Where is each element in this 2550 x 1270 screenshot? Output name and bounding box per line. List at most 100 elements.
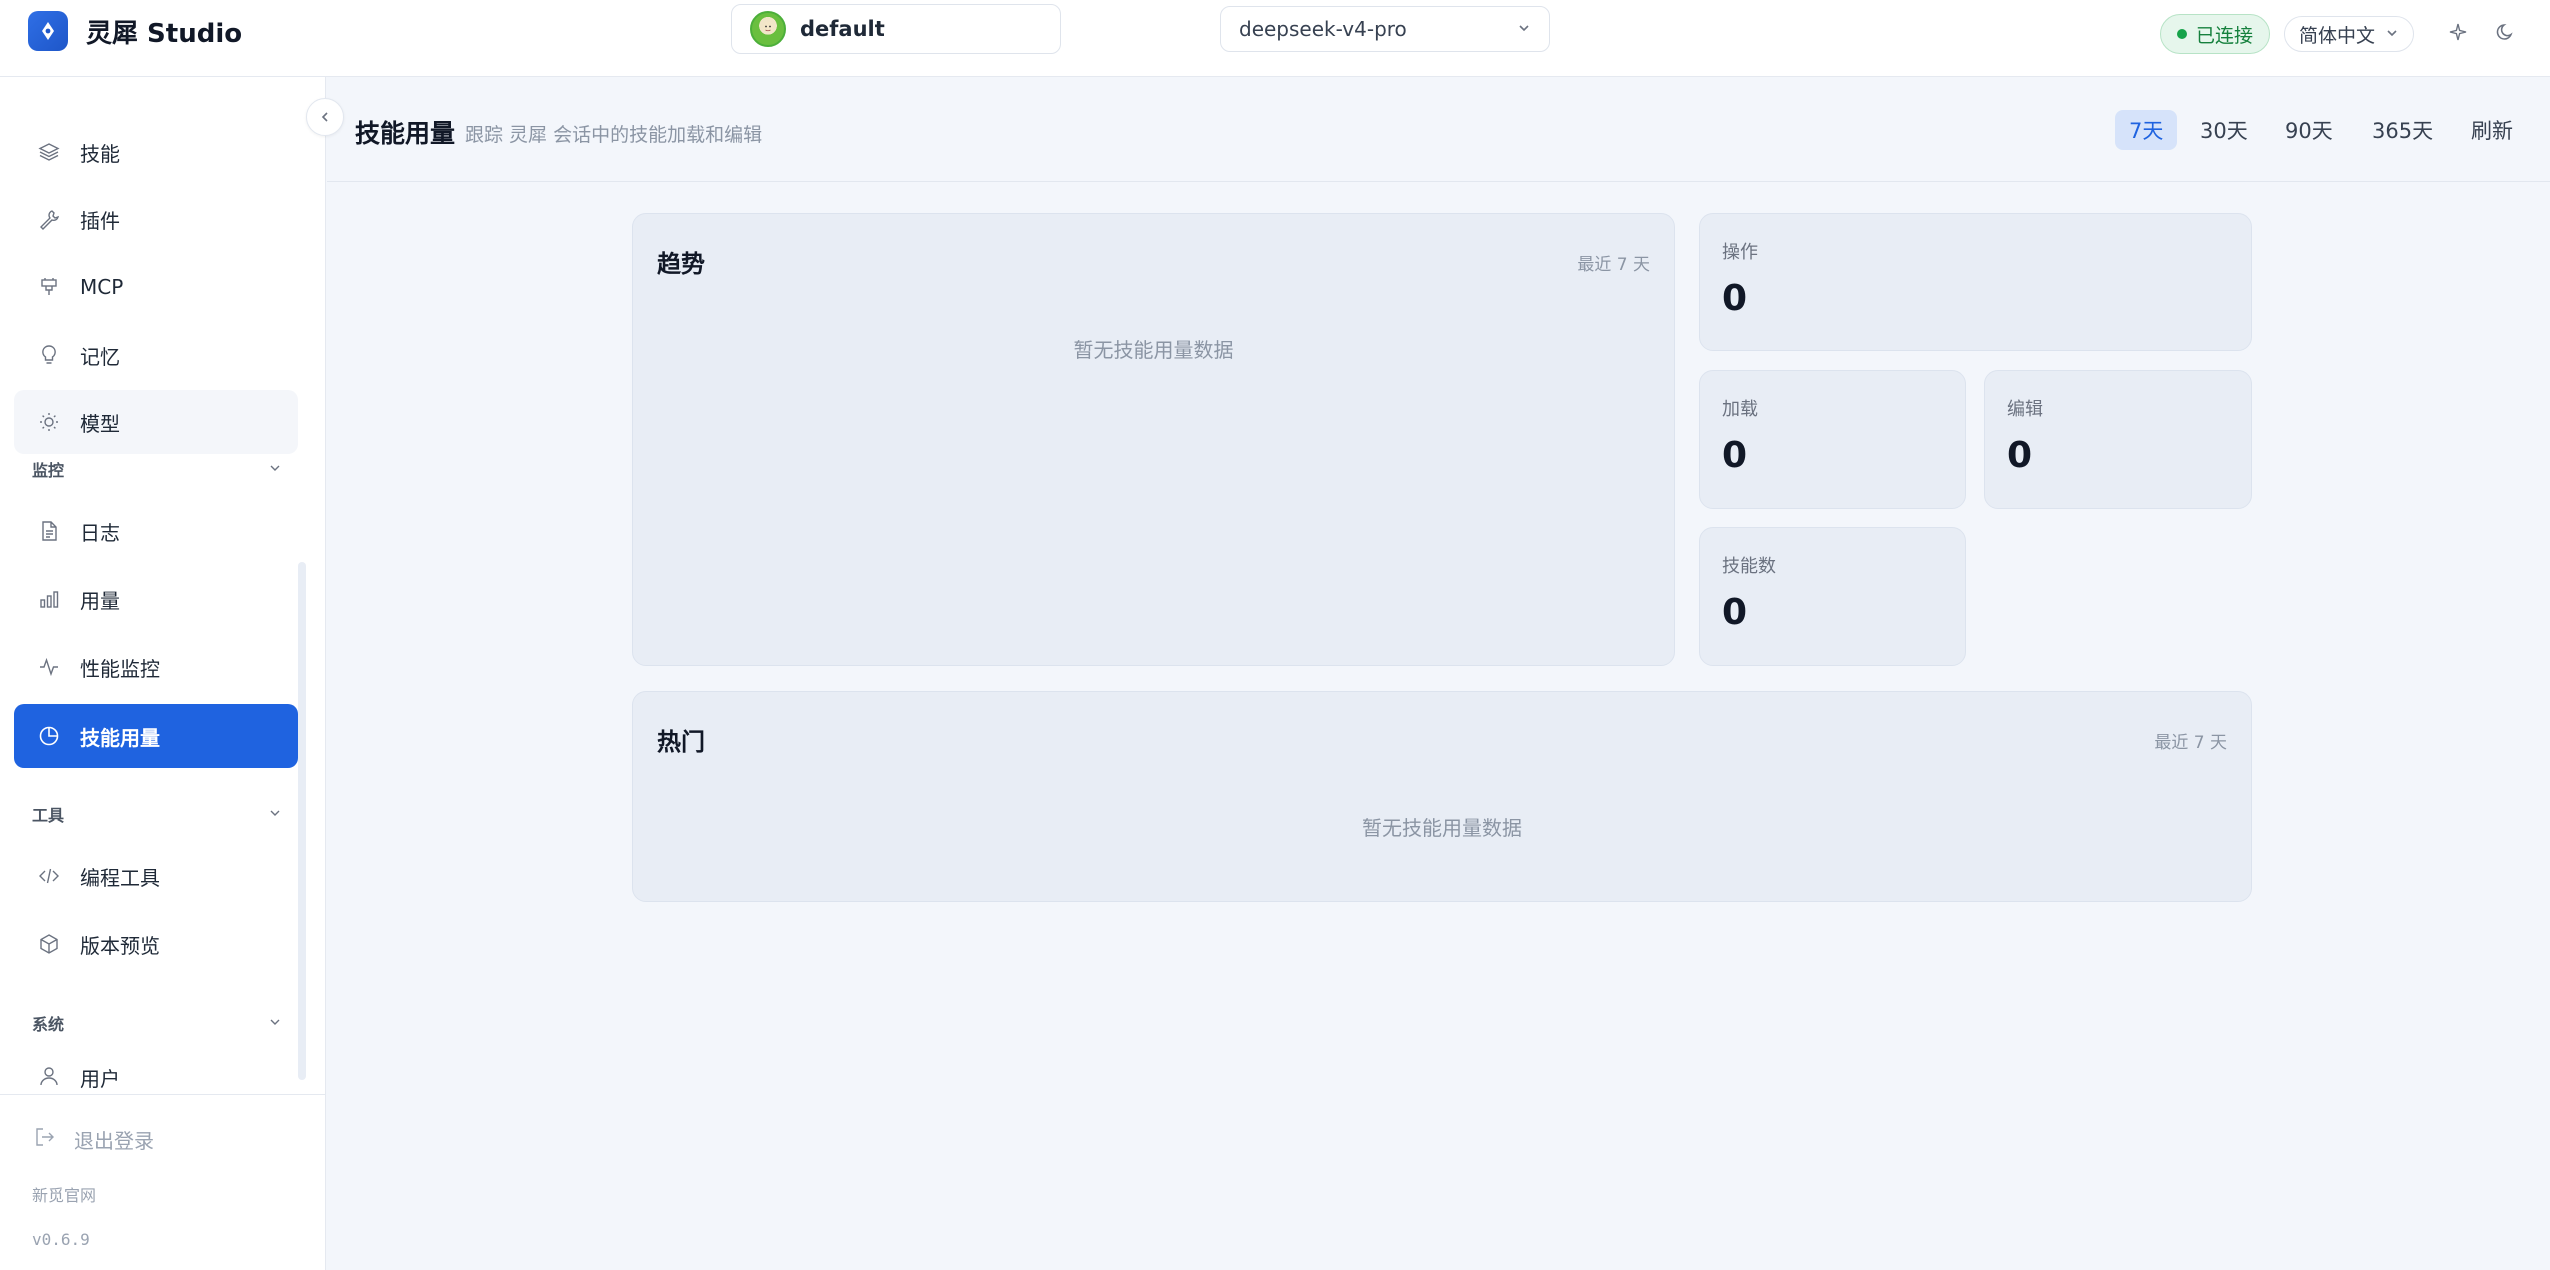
sidebar-item-label: 记忆 xyxy=(80,344,120,369)
sidebar-item-label: 技能 xyxy=(80,141,120,166)
popular-card-range: 最近 7 天 xyxy=(2154,733,2227,753)
section-monitor[interactable]: 监控 xyxy=(32,454,282,484)
sidebar-item-plugins[interactable]: 插件 xyxy=(14,187,298,251)
language-label: 简体中文 xyxy=(2299,24,2376,47)
language-selector[interactable]: 简体中文 xyxy=(2284,16,2415,52)
sidebar-item-version-preview[interactable]: 版本预览 xyxy=(14,912,298,976)
brand[interactable]: 灵犀 Studio xyxy=(28,11,242,51)
stat-card-skills: 技能数 0 xyxy=(1699,527,1966,666)
chevron-down-icon xyxy=(1517,20,1531,39)
sidebar-item-memory[interactable]: 记忆 xyxy=(14,323,298,387)
trend-card-title: 趋势 xyxy=(657,250,705,278)
logout-label: 退出登录 xyxy=(74,1129,154,1153)
sidebar-item-skill-usage[interactable]: 技能用量 xyxy=(14,704,298,768)
chevron-down-icon xyxy=(2385,23,2399,45)
app-title: 灵犀 Studio xyxy=(86,18,243,49)
stat-card-operations: 操作 0 xyxy=(1699,213,2252,351)
sidebar-item-label: 模型 xyxy=(80,411,120,436)
lightbulb-icon xyxy=(36,342,62,368)
top-bar: 灵犀 Studio default deepseek-v4-pro 已连接 简体… xyxy=(0,0,2550,77)
user-name: default xyxy=(800,17,885,41)
sidebar-item-label: 技能用量 xyxy=(80,725,160,750)
model-selector[interactable]: deepseek-v4-pro xyxy=(1220,6,1550,52)
version-label: v0.6.9 xyxy=(32,1230,90,1249)
pie-chart-icon xyxy=(36,723,62,749)
section-label: 监控 xyxy=(32,461,65,480)
sun-icon xyxy=(36,409,62,435)
stat-label: 加载 xyxy=(1722,399,1758,420)
file-icon xyxy=(36,518,62,544)
sidebar-item-label: 用户 xyxy=(80,1067,120,1091)
stat-value: 0 xyxy=(1722,278,1748,319)
sidebar-item-logs[interactable]: 日志 xyxy=(14,499,298,563)
stat-card-loads: 加载 0 xyxy=(1699,370,1966,509)
logout-button[interactable]: 退出登录 xyxy=(34,1125,154,1154)
section-label: 工具 xyxy=(32,806,65,825)
chevron-down-icon xyxy=(268,805,282,824)
package-icon xyxy=(36,931,62,957)
stat-value: 0 xyxy=(1722,435,1748,476)
stat-card-edits: 编辑 0 xyxy=(1984,370,2252,509)
plug-icon xyxy=(36,274,62,300)
sidebar-item-label: 编程工具 xyxy=(80,865,160,890)
sidebar-item-label: 版本预览 xyxy=(80,933,160,958)
sidebar-item-usage[interactable]: 用量 xyxy=(14,567,298,631)
logout-icon xyxy=(34,1126,56,1153)
moon-icon[interactable] xyxy=(2494,20,2518,44)
section-tools[interactable]: 工具 xyxy=(32,799,282,829)
user-selector[interactable]: default xyxy=(731,4,1061,54)
wrench-icon xyxy=(36,206,62,232)
avatar xyxy=(750,11,786,47)
sidebar-item-label: MCP xyxy=(80,275,124,299)
sidebar-item-users[interactable]: 用户 xyxy=(14,1053,298,1093)
stat-label: 编辑 xyxy=(2007,399,2043,420)
stat-value: 0 xyxy=(1722,592,1748,633)
popular-card: 热门 最近 7 天 暂无技能用量数据 xyxy=(632,691,2252,902)
code-icon xyxy=(36,863,62,889)
trend-card: 趋势 最近 7 天 暂无技能用量数据 xyxy=(632,213,1675,666)
sidebar-item-label: 性能监控 xyxy=(80,656,160,681)
range-7d-button[interactable]: 7天 xyxy=(2115,110,2178,150)
trend-empty-message: 暂无技能用量数据 xyxy=(1073,338,1234,362)
stat-value: 0 xyxy=(2007,435,2033,476)
chevron-down-icon xyxy=(268,1014,282,1033)
section-label: 系统 xyxy=(32,1015,65,1034)
bar-chart-icon xyxy=(36,586,62,612)
section-system[interactable]: 系统 xyxy=(32,1008,282,1038)
sidebar-item-models[interactable]: 模型 xyxy=(14,390,298,454)
sidebar-item-skills[interactable]: 技能 xyxy=(14,120,298,184)
sidebar-item-mcp[interactable]: MCP xyxy=(14,255,298,319)
sidebar-scrollbar[interactable] xyxy=(298,562,306,1080)
sidebar-collapse-button[interactable] xyxy=(306,98,344,136)
activity-icon xyxy=(36,654,62,680)
status-badge: 已连接 xyxy=(2160,14,2271,54)
sidebar-item-performance[interactable]: 性能监控 xyxy=(14,635,298,699)
page-title: 技能用量 xyxy=(355,119,456,148)
sidebar-item-label: 日志 xyxy=(80,520,120,545)
status-dot-icon xyxy=(2177,29,2187,39)
sidebar-item-dev-tools[interactable]: 编程工具 xyxy=(14,844,298,908)
refresh-button[interactable]: 刷新 xyxy=(2457,110,2527,150)
website-link[interactable]: 新觅官网 xyxy=(32,1182,96,1206)
range-30d-button[interactable]: 30天 xyxy=(2186,110,2262,150)
page-subtitle: 跟踪 灵犀 会话中的技能加载和编辑 xyxy=(465,124,763,146)
page-header: 技能用量 跟踪 灵犀 会话中的技能加载和编辑 7天 30天 90天 365天 刷… xyxy=(327,78,2550,182)
trend-card-range: 最近 7 天 xyxy=(1577,255,1650,275)
status-text: 已连接 xyxy=(2196,24,2254,47)
range-90d-button[interactable]: 90天 xyxy=(2271,110,2347,150)
sparkle-icon[interactable] xyxy=(2446,20,2470,44)
popular-empty-message: 暂无技能用量数据 xyxy=(1362,816,1522,840)
range-365d-button[interactable]: 365天 xyxy=(2358,110,2447,150)
popular-card-title: 热门 xyxy=(657,728,705,756)
sidebar-item-label: 用量 xyxy=(80,588,120,613)
model-name: deepseek-v4-pro xyxy=(1239,17,1407,41)
stat-label: 技能数 xyxy=(1722,556,1776,577)
chevron-left-icon xyxy=(321,112,328,122)
stat-label: 操作 xyxy=(1722,242,1758,263)
app-logo-icon xyxy=(28,11,68,51)
user-icon xyxy=(36,1063,62,1089)
sidebar-item-label: 插件 xyxy=(80,208,120,233)
layers-icon xyxy=(36,139,62,165)
sidebar: 技能 插件 MCP 记忆 模型 监控 日志 用量 性能监控 技能用量 工具 编程… xyxy=(0,77,326,1270)
sidebar-footer-divider xyxy=(0,1094,326,1095)
